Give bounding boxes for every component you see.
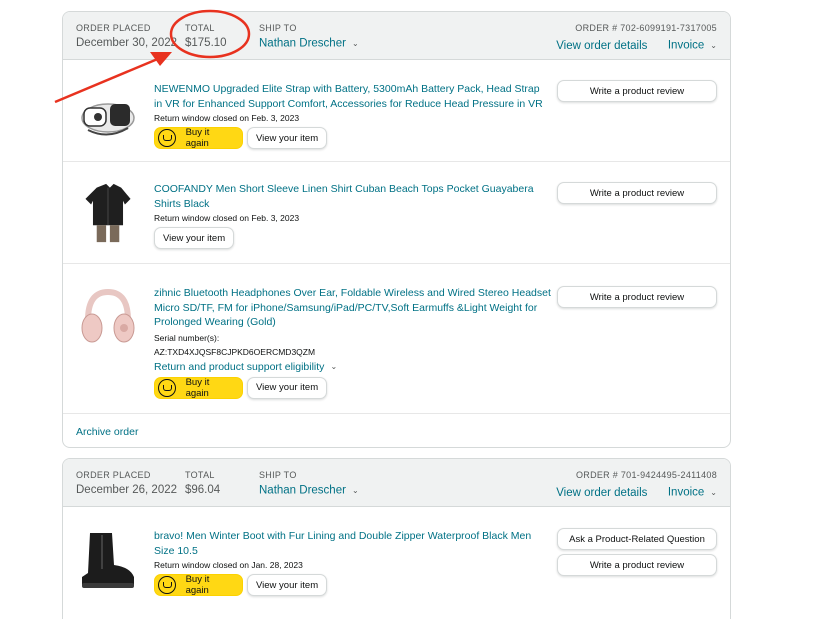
order-total-label: TOTAL [185, 23, 215, 33]
ship-to-label: SHIP TO [259, 23, 297, 33]
headphones-image[interactable] [78, 286, 138, 348]
support-eligibility-label: Return and product support eligibility [154, 360, 325, 373]
invoice-link[interactable]: Invoice ⌄ [668, 485, 717, 501]
reorder-icon [158, 378, 176, 397]
return-window-note: Return window closed on Feb. 3, 2023 [154, 213, 300, 223]
ship-to-name: Nathan Drescher [259, 38, 346, 50]
ship-to-label: SHIP TO [259, 470, 297, 480]
order-total-col: TOTAL $175.10 [185, 22, 227, 51]
black-shirt-image[interactable] [78, 182, 138, 244]
invoice-label: Invoice [667, 40, 705, 52]
vr-strap-image[interactable] [78, 82, 138, 144]
order-number: ORDER # 701-9424495-2411408 [575, 470, 717, 480]
view-item-button[interactable]: View your item [154, 227, 235, 249]
item-info: zihnic Bluetooth Headphones Over Ear, Fo… [154, 286, 554, 399]
chevron-down-icon: ⌄ [710, 488, 717, 498]
winter-boot-image[interactable] [78, 529, 138, 591]
ship-to-col: SHIP TO Nathan Drescher ⌄ [259, 469, 359, 499]
order-total-value: $96.04 [185, 484, 221, 496]
ship-to-col: SHIP TO Nathan Drescher ⌄ [259, 22, 359, 52]
item-info: COOFANDY Men Short Sleeve Linen Shirt Cu… [154, 182, 544, 249]
write-review-button[interactable]: Write a product review [557, 80, 717, 102]
buy-again-button[interactable]: Buy it again [154, 127, 243, 149]
order-card-2: ORDER PLACED December 26, 2022 TOTAL $96… [62, 458, 731, 619]
buy-again-button[interactable]: Buy it again [154, 376, 243, 399]
ask-question-button[interactable]: Ask a Product-Related Question [557, 528, 717, 550]
view-order-details-link[interactable]: View order details [556, 486, 647, 501]
write-review-button[interactable]: Write a product review [557, 182, 717, 204]
ship-to-name-link[interactable]: Nathan Drescher ⌄ [259, 36, 359, 52]
item-title-link[interactable]: COOFANDY Men Short Sleeve Linen Shirt Cu… [154, 182, 544, 211]
write-review-button[interactable]: Write a product review [557, 554, 717, 576]
view-item-button[interactable]: View your item [247, 574, 328, 596]
reorder-icon [158, 576, 176, 594]
order-item: zihnic Bluetooth Headphones Over Ear, Fo… [63, 264, 730, 414]
view-item-button[interactable]: View your item [247, 376, 328, 399]
invoice-link[interactable]: Invoice ⌄ [668, 38, 717, 54]
write-review-button[interactable]: Write a product review [557, 286, 717, 308]
archive-row: Archive order [63, 414, 730, 447]
item-info: NEWENMO Upgraded Elite Strap with Batter… [154, 82, 544, 149]
invoice-label: Invoice [667, 487, 705, 499]
buy-again-label: Buy it again [185, 376, 210, 399]
item-title-link[interactable]: zihnic Bluetooth Headphones Over Ear, Fo… [154, 286, 554, 330]
archive-order-link[interactable]: Archive order [76, 426, 138, 438]
order-total-label: TOTAL [185, 470, 215, 480]
order-header: ORDER PLACED December 26, 2022 TOTAL $96… [63, 459, 730, 507]
order-item: NEWENMO Upgraded Elite Strap with Batter… [63, 60, 730, 162]
order-item: COOFANDY Men Short Sleeve Linen Shirt Cu… [63, 162, 730, 264]
return-window-note: Return window closed on Feb. 3, 2023 [154, 113, 300, 123]
chevron-down-icon: ⌄ [351, 486, 359, 496]
chevron-down-icon: ⌄ [330, 361, 338, 371]
order-number: ORDER # 702-6099191-7317005 [575, 23, 717, 33]
chevron-down-icon: ⌄ [351, 39, 359, 49]
buy-again-button[interactable]: Buy it again [154, 574, 243, 596]
view-order-details-link[interactable]: View order details [556, 39, 647, 54]
item-title-link[interactable]: NEWENMO Upgraded Elite Strap with Batter… [154, 82, 544, 111]
return-window-note: Return window closed on Jan. 28, 2023 [154, 560, 303, 570]
order-placed-date: December 30, 2022 [76, 37, 178, 49]
order-card-1: ORDER PLACED December 30, 2022 TOTAL $17… [62, 11, 731, 448]
ship-to-name: Nathan Drescher [259, 485, 346, 497]
order-placed-date: December 26, 2022 [76, 484, 178, 496]
ship-to-name-link[interactable]: Nathan Drescher ⌄ [259, 483, 359, 499]
item-title-link[interactable]: bravo! Men Winter Boot with Fur Lining a… [154, 529, 544, 558]
buy-again-label: Buy it again [185, 127, 210, 149]
support-eligibility-link[interactable]: Return and product support eligibility ⌄ [154, 360, 554, 374]
order-placed-label: ORDER PLACED [76, 470, 151, 480]
serial-value: AZ:TXD4XJQSF8CJPKD6OERCMD3QZM [154, 346, 316, 357]
order-placed-label: ORDER PLACED [76, 23, 151, 33]
order-placed-col: ORDER PLACED December 26, 2022 [76, 469, 177, 498]
order-item: bravo! Men Winter Boot with Fur Lining a… [63, 507, 730, 611]
order-meta: ORDER # 702-6099191-7317005 View order d… [540, 22, 717, 54]
order-meta: ORDER # 701-9424495-2411408 View order d… [540, 469, 717, 501]
order-placed-col: ORDER PLACED December 30, 2022 [76, 22, 177, 51]
reorder-icon [158, 129, 176, 147]
item-info: bravo! Men Winter Boot with Fur Lining a… [154, 529, 544, 596]
order-total-value: $175.10 [185, 37, 227, 49]
order-total-col: TOTAL $96.04 [185, 469, 220, 498]
serial-label: Serial number(s): [154, 332, 220, 343]
buy-again-label: Buy it again [185, 574, 210, 596]
chevron-down-icon: ⌄ [710, 41, 717, 51]
view-item-button[interactable]: View your item [247, 127, 328, 149]
order-header: ORDER PLACED December 30, 2022 TOTAL $17… [63, 12, 730, 60]
